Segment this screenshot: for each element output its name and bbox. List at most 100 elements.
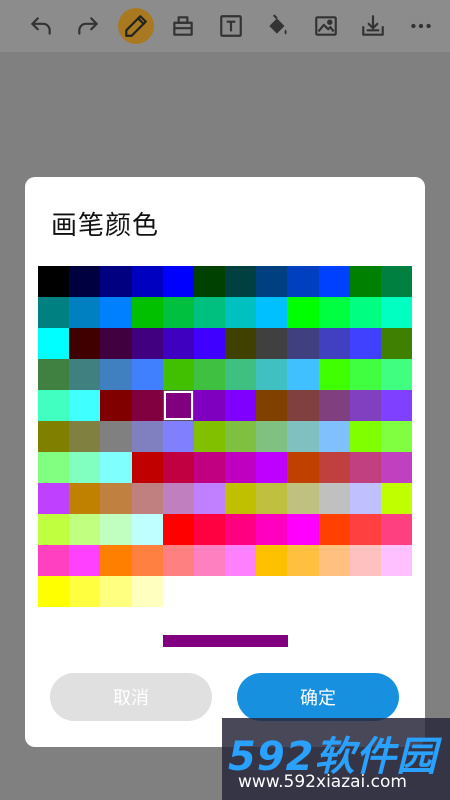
color-swatch[interactable] — [193, 421, 226, 452]
color-swatch[interactable] — [349, 514, 381, 545]
color-swatch[interactable] — [193, 452, 226, 483]
color-swatch[interactable] — [162, 452, 194, 483]
color-swatch[interactable] — [193, 483, 226, 514]
color-swatch[interactable] — [38, 297, 70, 328]
color-swatch[interactable] — [318, 390, 350, 421]
color-swatch[interactable] — [349, 297, 381, 328]
color-swatch[interactable] — [193, 359, 226, 390]
color-swatch[interactable] — [225, 514, 257, 545]
color-swatch[interactable] — [100, 421, 132, 452]
color-swatch[interactable] — [287, 297, 319, 328]
color-swatch[interactable] — [318, 359, 350, 390]
color-swatch[interactable] — [287, 545, 319, 576]
color-swatch[interactable] — [380, 514, 413, 545]
color-swatch[interactable] — [318, 483, 350, 514]
color-swatch[interactable] — [256, 359, 288, 390]
cancel-button[interactable]: 取消 — [50, 673, 212, 721]
color-swatch[interactable] — [256, 328, 288, 359]
color-swatch[interactable] — [38, 328, 70, 359]
color-swatch[interactable] — [380, 452, 413, 483]
color-swatch[interactable] — [162, 514, 194, 545]
color-swatch[interactable] — [69, 328, 101, 359]
color-swatch[interactable] — [349, 483, 381, 514]
color-swatch[interactable] — [225, 483, 257, 514]
color-swatch[interactable] — [256, 266, 288, 297]
color-swatch[interactable] — [380, 545, 413, 576]
image-button[interactable] — [308, 8, 344, 44]
ok-button[interactable]: 确定 — [237, 673, 399, 721]
color-swatch[interactable] — [162, 359, 194, 390]
color-swatch[interactable] — [380, 297, 413, 328]
color-swatch[interactable] — [131, 390, 163, 421]
color-swatch[interactable] — [38, 452, 70, 483]
color-swatch[interactable] — [193, 328, 226, 359]
color-swatch[interactable] — [162, 483, 194, 514]
color-swatch[interactable] — [256, 514, 288, 545]
color-swatch[interactable] — [318, 421, 350, 452]
color-swatch[interactable] — [287, 328, 319, 359]
color-swatch[interactable] — [380, 421, 413, 452]
color-swatch[interactable] — [287, 266, 319, 297]
color-swatch[interactable] — [349, 452, 381, 483]
color-swatch[interactable] — [69, 266, 101, 297]
color-swatch[interactable] — [131, 452, 163, 483]
color-swatch[interactable] — [100, 359, 132, 390]
color-swatch[interactable] — [69, 359, 101, 390]
color-swatch[interactable] — [69, 297, 101, 328]
color-swatch[interactable] — [287, 421, 319, 452]
color-swatch[interactable] — [131, 483, 163, 514]
color-swatch[interactable] — [100, 545, 132, 576]
more-button[interactable] — [403, 8, 439, 44]
color-swatch[interactable] — [318, 545, 350, 576]
color-swatch[interactable] — [193, 297, 226, 328]
text-button[interactable] — [213, 8, 249, 44]
color-swatch[interactable] — [38, 514, 70, 545]
color-swatch[interactable] — [100, 452, 132, 483]
color-swatch[interactable] — [349, 421, 381, 452]
color-swatch[interactable] — [69, 576, 101, 607]
color-swatch[interactable] — [349, 390, 381, 421]
color-swatch[interactable] — [256, 421, 288, 452]
color-swatch[interactable] — [69, 483, 101, 514]
color-swatch[interactable] — [225, 421, 257, 452]
color-swatch[interactable] — [131, 576, 163, 607]
color-swatch[interactable] — [100, 483, 132, 514]
pen-button[interactable] — [118, 8, 154, 44]
color-swatch[interactable] — [131, 266, 163, 297]
color-swatch[interactable] — [162, 390, 194, 421]
color-swatch[interactable] — [225, 390, 257, 421]
color-swatch[interactable] — [100, 514, 132, 545]
color-swatch[interactable] — [256, 452, 288, 483]
color-swatch[interactable] — [349, 545, 381, 576]
redo-button[interactable] — [70, 8, 106, 44]
color-swatch[interactable] — [162, 545, 194, 576]
color-swatch[interactable] — [380, 266, 413, 297]
color-swatch[interactable] — [69, 452, 101, 483]
eraser-button[interactable] — [165, 8, 201, 44]
color-swatch[interactable] — [287, 390, 319, 421]
color-swatch[interactable] — [100, 328, 132, 359]
color-swatch[interactable] — [38, 421, 70, 452]
color-swatch[interactable] — [38, 390, 70, 421]
color-swatch[interactable] — [225, 359, 257, 390]
color-swatch[interactable] — [69, 545, 101, 576]
color-swatch[interactable] — [318, 514, 350, 545]
color-swatch[interactable] — [38, 545, 70, 576]
color-swatch[interactable] — [193, 390, 226, 421]
color-swatch[interactable] — [131, 421, 163, 452]
color-swatch[interactable] — [256, 545, 288, 576]
color-swatch[interactable] — [380, 359, 413, 390]
color-swatch[interactable] — [287, 359, 319, 390]
color-swatch[interactable] — [318, 328, 350, 359]
color-swatch[interactable] — [38, 576, 70, 607]
color-swatch[interactable] — [162, 297, 194, 328]
color-swatch[interactable] — [380, 390, 413, 421]
color-swatch[interactable] — [69, 390, 101, 421]
color-swatch[interactable] — [318, 452, 350, 483]
color-swatch[interactable] — [100, 266, 132, 297]
fill-bucket-button[interactable] — [260, 8, 296, 44]
color-swatch[interactable] — [131, 297, 163, 328]
color-swatch[interactable] — [38, 483, 70, 514]
color-swatch[interactable] — [69, 421, 101, 452]
color-swatch[interactable] — [287, 514, 319, 545]
